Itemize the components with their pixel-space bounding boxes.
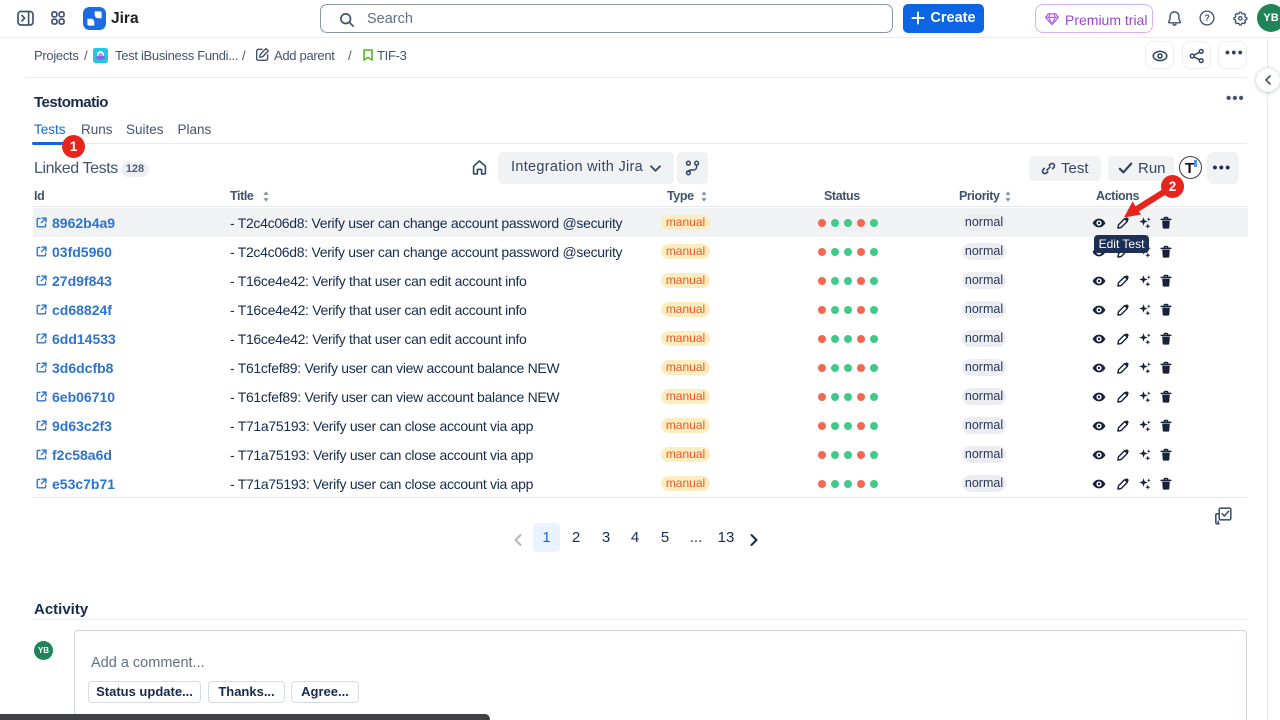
- svg-text:?: ?: [1204, 13, 1209, 23]
